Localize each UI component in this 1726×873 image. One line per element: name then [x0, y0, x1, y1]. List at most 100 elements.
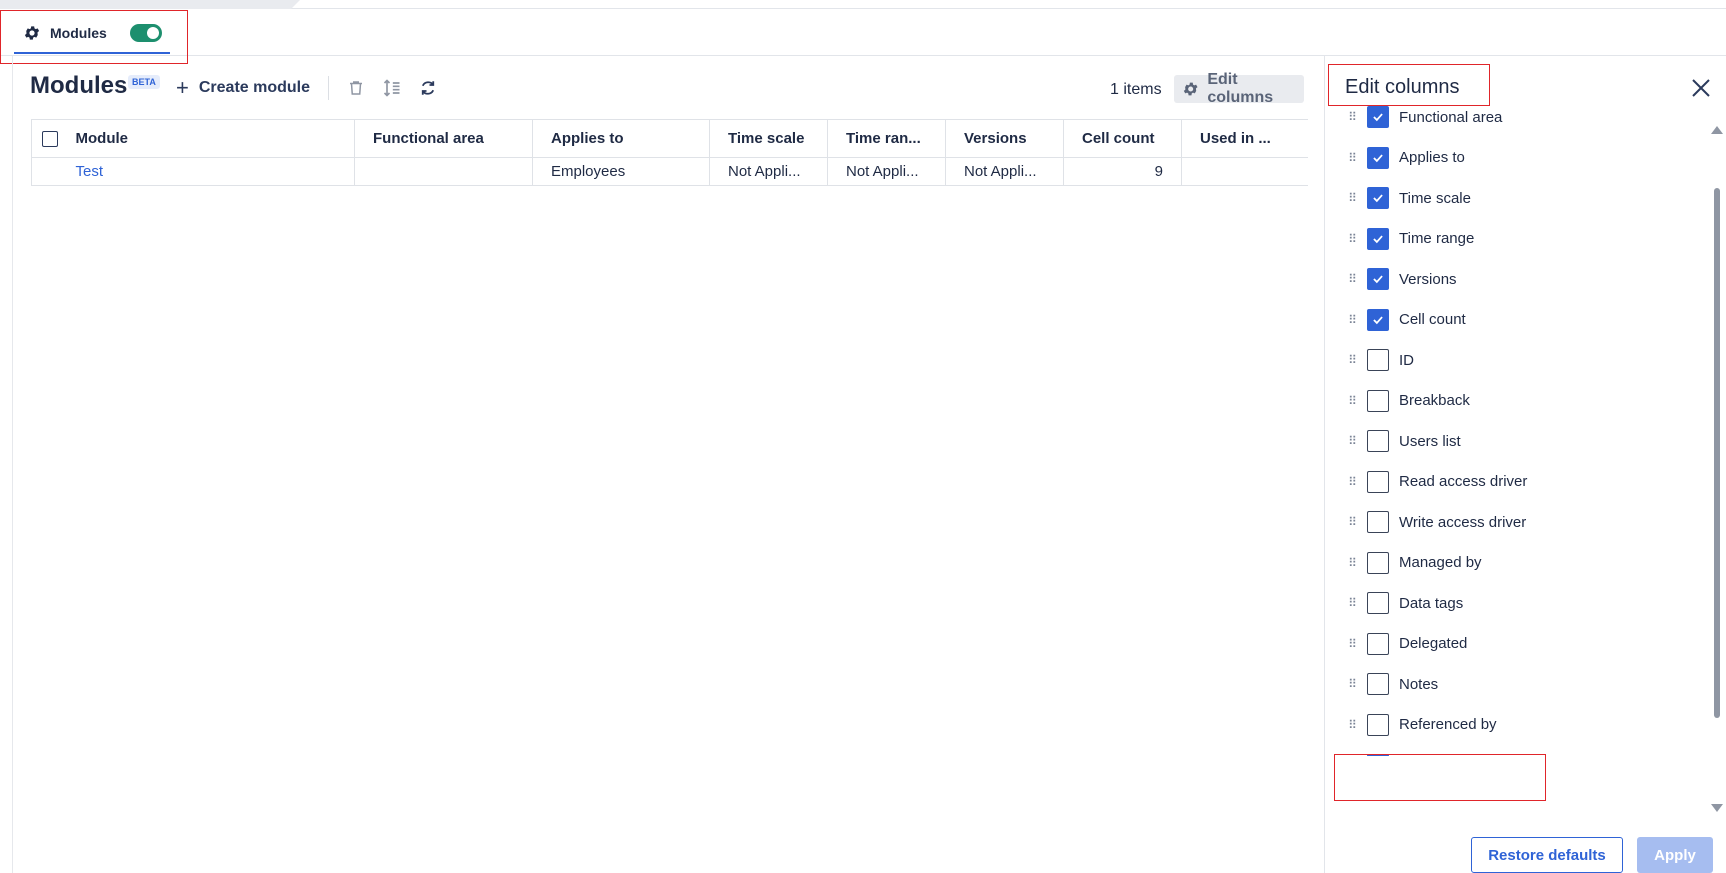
column-header[interactable]: Cell count: [1063, 119, 1182, 158]
select-all-checkbox[interactable]: [42, 131, 58, 148]
row-select-cell: [31, 157, 64, 186]
column-option-label: Managed by: [1399, 554, 1482, 571]
column-header[interactable]: Time ran...: [827, 119, 946, 158]
table-header-row: Module Functional area Applies to Time s…: [31, 119, 1308, 158]
modules-toggle[interactable]: [130, 24, 162, 42]
module-link[interactable]: Test: [63, 157, 355, 186]
modules-table: Module Functional area Applies to Time s…: [31, 119, 1308, 186]
column-option[interactable]: ⠿ Applies to: [1345, 143, 1465, 173]
column-checkbox[interactable]: [1367, 430, 1389, 452]
column-option[interactable]: ⠿ Versions: [1345, 264, 1457, 294]
scrollbar-thumb[interactable]: [1714, 188, 1720, 718]
page-title: Modules: [30, 72, 128, 99]
column-option-label: Read access driver: [1399, 473, 1528, 490]
drag-handle-icon[interactable]: ⠿: [1345, 514, 1359, 530]
apply-button[interactable]: Apply: [1637, 837, 1713, 873]
column-checkbox[interactable]: [1367, 673, 1389, 695]
column-checkbox[interactable]: [1367, 754, 1389, 756]
refresh-button[interactable]: [418, 78, 438, 98]
table-cell: [354, 157, 533, 186]
tab-bar: Modules: [0, 10, 1726, 56]
table-cell: Employees: [532, 157, 710, 186]
drag-handle-icon[interactable]: ⠿: [1345, 231, 1359, 247]
column-option-label: Delegated: [1399, 635, 1468, 652]
column-header[interactable]: Applies to: [532, 119, 710, 158]
column-option[interactable]: ⠿ Users list: [1345, 426, 1461, 456]
drag-handle-icon[interactable]: ⠿: [1345, 109, 1359, 125]
edit-columns-panel: Edit columns ⠿ Functional area ⠿ Applies to…: [1324, 56, 1726, 873]
column-option[interactable]: ⠿ Delegated: [1345, 629, 1467, 659]
column-list: ⠿ Functional area ⠿ Applies to ⠿ Time scale ⠿ T…: [1325, 106, 1705, 756]
column-option[interactable]: ⠿ Functional area: [1345, 106, 1502, 132]
scroll-down-icon[interactable]: [1711, 804, 1723, 812]
column-header[interactable]: Versions: [945, 119, 1064, 158]
delete-button[interactable]: [346, 78, 366, 98]
column-checkbox[interactable]: [1367, 592, 1389, 614]
column-checkbox[interactable]: [1367, 511, 1389, 533]
column-option[interactable]: ⠿ Write access driver: [1345, 507, 1526, 537]
left-rule: [12, 56, 13, 873]
column-checkbox[interactable]: [1367, 106, 1389, 128]
column-option[interactable]: ⠿ Data tags: [1345, 588, 1463, 618]
column-option[interactable]: ⠿ ID: [1345, 345, 1414, 375]
column-option[interactable]: ⠿ Time range: [1345, 224, 1474, 254]
tab-modules[interactable]: Modules: [14, 14, 170, 54]
column-checkbox[interactable]: [1367, 227, 1389, 250]
close-button[interactable]: [1689, 76, 1713, 100]
column-option[interactable]: ⠿Used in pages: [1345, 750, 1495, 756]
column-option[interactable]: ⠿ Time scale: [1345, 183, 1471, 213]
column-checkbox[interactable]: [1367, 187, 1389, 209]
gear-icon: [1183, 82, 1198, 96]
drag-handle-icon[interactable]: ⠿: [1345, 595, 1359, 611]
drag-handle-icon[interactable]: ⠿: [1345, 555, 1359, 571]
table-row[interactable]: Test Employees Not Appli... Not Appli...…: [31, 157, 1308, 186]
column-option-label: Users list: [1399, 432, 1461, 450]
top-strip: [0, 0, 1726, 9]
drag-handle-icon[interactable]: ⠿: [1345, 636, 1359, 652]
drag-handle-icon[interactable]: ⠿: [1345, 190, 1359, 206]
drag-handle-icon[interactable]: ⠿: [1345, 352, 1359, 368]
column-option[interactable]: ⠿ Managed by: [1345, 548, 1482, 578]
drag-handle-icon[interactable]: ⠿: [1345, 717, 1359, 733]
drag-handle-icon[interactable]: ⠿: [1345, 271, 1359, 287]
column-header[interactable]: Module: [63, 119, 355, 158]
column-checkbox[interactable]: [1367, 146, 1389, 169]
table-cell: 9: [1063, 157, 1182, 186]
plus-icon: +: [176, 75, 189, 100]
column-option[interactable]: ⠿ Read access driver: [1345, 467, 1527, 497]
drag-handle-icon[interactable]: ⠿: [1345, 474, 1359, 490]
column-option[interactable]: ⠿ Referenced by: [1345, 710, 1497, 740]
scroll-up-icon[interactable]: [1711, 126, 1723, 134]
drag-handle-icon[interactable]: ⠿: [1345, 150, 1359, 166]
trash-icon: [350, 81, 362, 95]
column-checkbox[interactable]: [1367, 632, 1389, 655]
drag-handle-icon[interactable]: ⠿: [1345, 312, 1359, 328]
column-header[interactable]: Functional area: [354, 119, 533, 158]
column-checkbox[interactable]: [1367, 713, 1389, 736]
column-option-label: Applies to: [1399, 149, 1465, 166]
column-option-label: Referenced by: [1399, 716, 1497, 733]
drag-handle-icon[interactable]: ⠿: [1345, 676, 1359, 692]
restore-defaults-button[interactable]: Restore defaults: [1471, 837, 1623, 873]
edit-columns-button[interactable]: Edit columns: [1174, 71, 1304, 106]
column-checkbox[interactable]: [1367, 308, 1389, 331]
close-icon: [1692, 79, 1710, 97]
column-checkbox[interactable]: [1367, 268, 1389, 290]
drag-handle-icon[interactable]: ⠿: [1345, 433, 1359, 449]
table-cell: Not Appli...: [827, 157, 946, 186]
drag-handle-icon[interactable]: ⠿: [1345, 393, 1359, 409]
column-checkbox[interactable]: [1367, 470, 1389, 493]
column-option[interactable]: ⠿ Notes: [1345, 669, 1438, 699]
column-option-label: Notes: [1399, 675, 1439, 693]
column-option-label: Functional area: [1399, 108, 1503, 126]
column-option-label: ID: [1399, 351, 1414, 369]
column-option[interactable]: ⠿ Cell count: [1345, 305, 1466, 335]
column-option[interactable]: ⠿ Breakback: [1345, 386, 1470, 416]
column-checkbox[interactable]: [1367, 389, 1389, 412]
column-checkbox[interactable]: [1367, 349, 1389, 371]
column-header[interactable]: Time scale: [709, 119, 828, 158]
sort-button[interactable]: [382, 78, 402, 98]
create-module-button[interactable]: + Create module: [176, 76, 310, 100]
column-header[interactable]: Used in ...: [1181, 119, 1308, 158]
column-checkbox[interactable]: [1367, 551, 1389, 574]
